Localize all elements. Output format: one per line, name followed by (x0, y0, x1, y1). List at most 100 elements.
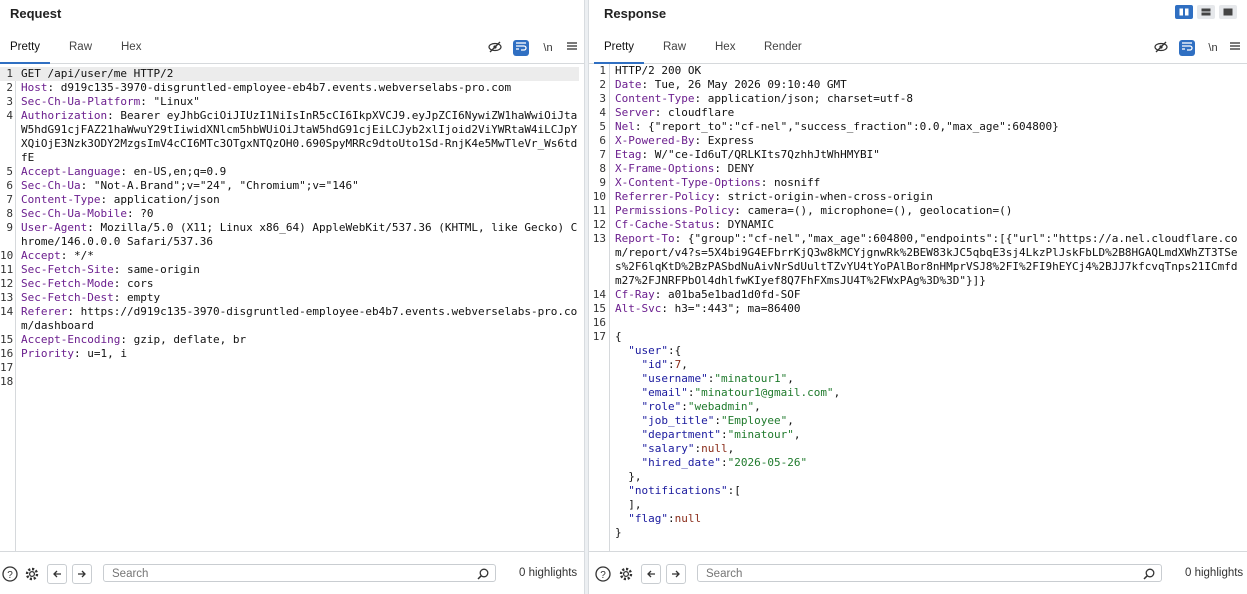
tab-raw[interactable]: Raw (69, 41, 92, 53)
tab-hex[interactable]: Hex (715, 41, 735, 53)
search-input[interactable] (704, 567, 1102, 581)
layout-single-icon[interactable] (1219, 5, 1237, 19)
line-text: Content-Type: application/json (21, 193, 220, 206)
line-text: Accept-Encoding: gzip, deflate, br (21, 333, 247, 346)
line-number: 10 (0, 249, 14, 262)
menu-icon[interactable] (564, 40, 580, 56)
line-text: Server: cloudflare (615, 106, 735, 119)
svg-text:?: ? (600, 570, 606, 581)
settings-gear-icon[interactable] (617, 565, 635, 583)
header-value: cors (120, 277, 154, 290)
search-field[interactable] (697, 564, 1162, 582)
next-match-button[interactable] (666, 564, 686, 584)
code-line: 9 X-Content-Type-Options: nosniff (589, 176, 1242, 190)
request-title: Request (10, 6, 62, 21)
response-header-lines: 1 HTTP/2 200 OK 2 Date: Tue, 26 May 2026 09… (589, 64, 1242, 330)
json-punct: ], (628, 498, 642, 511)
line-number: 6 (599, 134, 606, 147)
header-value: d919c135-3970-disgruntled-employee-eb4b7… (54, 81, 512, 94)
line-content: HTTP/2 200 OK (615, 64, 702, 77)
help-icon[interactable]: ? (1, 565, 19, 583)
line-number: 13 (592, 232, 606, 245)
header-name: User-Agent (21, 221, 88, 234)
header-value: en-US,en;q=0.9 (126, 165, 227, 178)
layout-side-by-side-icon[interactable] (1175, 5, 1193, 19)
header-name: Sec-Ch-Ua-Platform (21, 95, 141, 108)
tab-pretty[interactable]: Pretty (0, 41, 51, 64)
line-text: Referrer-Policy: strict-origin-when-cros… (615, 190, 933, 203)
code-line: 12 Sec-Fetch-Mode: cors (0, 277, 579, 291)
search-field[interactable] (103, 564, 496, 582)
request-editor[interactable]: 1 GET /api/user/me HTTP/2 2 Host: d919c135-… (0, 67, 579, 552)
previous-match-button[interactable] (641, 564, 661, 584)
code-line: "notifications":[ (589, 484, 1242, 498)
header-name: Priority (21, 347, 74, 360)
code-line: 3 Content-Type: application/json; charset… (589, 92, 1242, 106)
line-number: 18 (0, 375, 14, 388)
json-value: "Employee" (720, 414, 788, 427)
line-number: 12 (0, 277, 14, 290)
previous-match-button[interactable] (47, 564, 67, 584)
wrap-lines-icon[interactable] (1179, 40, 1195, 56)
line-content: GET /api/user/me HTTP/2 (21, 67, 174, 80)
settings-gear-icon[interactable] (23, 565, 41, 583)
line-text: Nel: {"report_to":"cf-nel","success_frac… (615, 120, 1059, 133)
code-line: ], (589, 498, 1242, 512)
line-number: 13 (0, 291, 14, 304)
response-title: Response (604, 6, 667, 21)
line-number: 11 (0, 263, 14, 276)
help-icon[interactable]: ? (594, 565, 612, 583)
header-value: application/json; charset=utf-8 (701, 92, 914, 105)
tab-pretty[interactable]: Pretty (593, 41, 645, 64)
header-value: same-origin (120, 263, 200, 276)
header-value: Mozilla/5.0 (X11; Linux x86_64) AppleWeb… (21, 221, 578, 248)
hide-eye-icon[interactable] (1153, 40, 1169, 56)
menu-icon[interactable] (1227, 40, 1243, 56)
json-open-brace: { (615, 330, 622, 343)
code-line: 8 X-Frame-Options: DENY (589, 162, 1242, 176)
newline-toggle-icon[interactable]: \n (540, 40, 556, 56)
json-value: "2026-05-26" (727, 456, 808, 469)
tab-hex[interactable]: Hex (121, 41, 141, 53)
request-tabs: Pretty Raw Hex \n (0, 36, 584, 64)
line-number: 17 (592, 330, 606, 343)
line-number: 3 (6, 95, 13, 108)
header-name: Etag (615, 148, 642, 161)
line-number: 10 (592, 190, 606, 203)
json-field-line: "email":"minatour1@gmail.com", (641, 386, 841, 399)
search-icon (1143, 567, 1155, 585)
line-number: 2 (599, 78, 606, 91)
code-line: 16 Priority: u=1, i (0, 347, 579, 361)
code-line: "user":{ (589, 344, 1242, 358)
search-input[interactable] (110, 567, 447, 581)
header-name: Content-Type (21, 193, 101, 206)
layout-stacked-icon[interactable] (1197, 5, 1215, 19)
line-number: 11 (592, 204, 606, 217)
code-line: 18 (0, 375, 579, 389)
header-name: Permissions-Policy (615, 204, 735, 217)
line-text: Sec-Fetch-Dest: empty (21, 291, 161, 304)
code-line: "id":7, (589, 358, 1242, 372)
json-key: "email" (641, 386, 688, 399)
hide-eye-icon[interactable] (487, 40, 503, 56)
newline-toggle-icon[interactable]: \n (1205, 40, 1221, 56)
tab-render[interactable]: Render (764, 41, 802, 53)
code-line: "flag":null (589, 512, 1242, 526)
header-value: Tue, 26 May 2026 09:10:40 GMT (648, 78, 847, 91)
request-pane: Request Pretty Raw Hex \n 1 GET /api/user… (0, 0, 584, 594)
header-value: {"report_to":"cf-nel","success_fraction"… (641, 120, 1059, 133)
json-key: "notifications" (628, 484, 728, 497)
next-match-button[interactable] (72, 564, 92, 584)
header-value: a01ba5e1bad1d0fd-SOF (661, 288, 801, 301)
request-search-bar: ? 0 highlights (0, 551, 584, 594)
tab-raw[interactable]: Raw (663, 41, 686, 53)
code-line: "job_title":"Employee", (589, 414, 1242, 428)
response-editor[interactable]: 1 HTTP/2 200 OK 2 Date: Tue, 26 May 2026 09… (589, 64, 1242, 552)
json-field-line: "id":7, (641, 358, 688, 371)
wrap-lines-icon[interactable] (513, 40, 529, 56)
header-name: Sec-Ch-Ua-Mobile (21, 207, 127, 220)
line-number: 5 (6, 165, 13, 178)
code-line: 15 Accept-Encoding: gzip, deflate, br (0, 333, 579, 347)
line-number: 15 (0, 333, 14, 346)
header-name: Accept-Encoding (21, 333, 121, 346)
